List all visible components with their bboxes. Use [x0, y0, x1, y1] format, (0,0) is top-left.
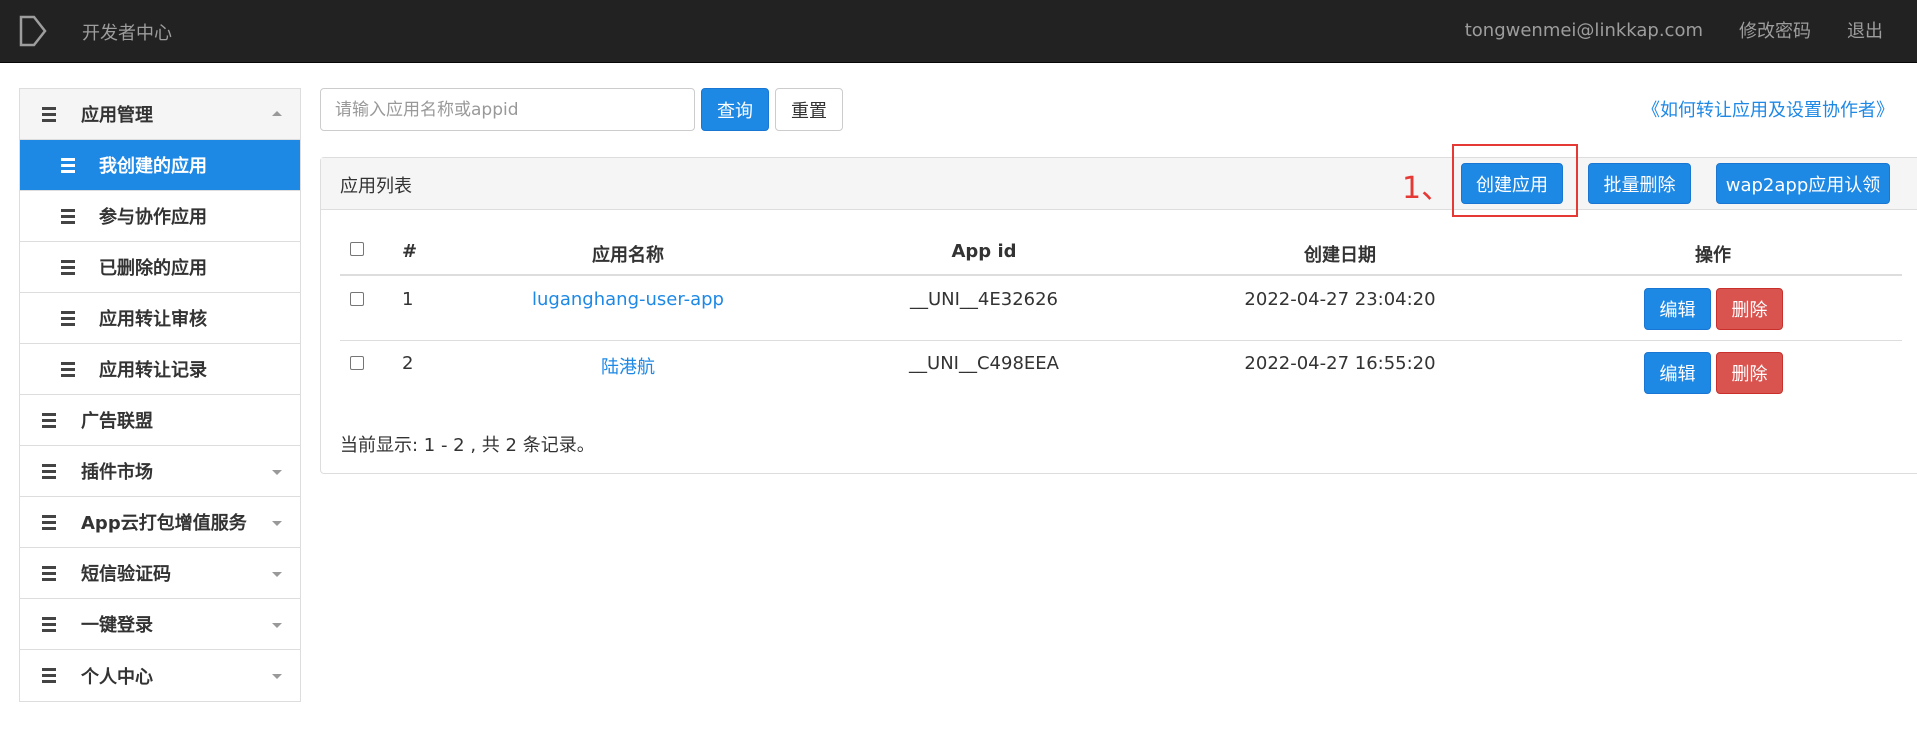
change-password-link[interactable]: 修改密码 — [1721, 17, 1829, 43]
sidebar-group-ad-alliance[interactable]: 广告联盟 — [20, 395, 300, 446]
menu-icon — [42, 668, 56, 686]
sidebar-group-personal-center[interactable]: 个人中心 — [20, 650, 300, 701]
user-email-link[interactable]: tongwenmei@linkkap.com — [1447, 20, 1721, 41]
app-name-link[interactable]: luganghang-user-app — [532, 289, 724, 310]
menu-icon — [61, 311, 75, 329]
column-header-index: # — [402, 241, 418, 262]
chevron-down-icon — [272, 623, 282, 628]
chevron-down-icon — [272, 521, 282, 526]
menu-icon — [61, 362, 75, 380]
sidebar-group-plugin-market[interactable]: 插件市场 — [20, 446, 300, 497]
sidebar-item-label: 参与协作应用 — [99, 207, 207, 228]
wap2app-claim-button[interactable]: wap2app应用认领 — [1716, 163, 1890, 204]
sidebar-item-transfer-review[interactable]: 应用转让审核 — [20, 293, 300, 344]
query-button[interactable]: 查询 — [701, 88, 769, 131]
sidebar-item-my-apps[interactable]: 我创建的应用 — [20, 140, 300, 191]
user-nav: tongwenmei@linkkap.com 修改密码 退出 — [1447, 0, 1917, 60]
row-checkbox[interactable] — [350, 292, 364, 306]
delete-button[interactable]: 删除 — [1716, 352, 1783, 394]
sidebar-item-label: 应用转让审核 — [99, 309, 207, 330]
row-index: 2 — [402, 353, 414, 374]
row-divider — [340, 340, 1902, 341]
logout-link[interactable]: 退出 — [1829, 17, 1917, 43]
row-index: 1 — [402, 289, 414, 310]
batch-delete-button[interactable]: 批量删除 — [1588, 163, 1691, 204]
menu-icon — [42, 107, 56, 125]
column-header-actions: 操作 — [1695, 245, 1731, 266]
menu-icon — [42, 566, 56, 584]
edit-button[interactable]: 编辑 — [1644, 288, 1711, 330]
sidebar-group-one-click-login[interactable]: 一键登录 — [20, 599, 300, 650]
step-marker: 1、 — [1402, 171, 1452, 206]
column-header-created: 创建日期 — [1304, 245, 1376, 266]
menu-icon — [42, 464, 56, 482]
sidebar-group-label: App云打包增值服务 — [81, 513, 247, 534]
sidebar-group-label: 一键登录 — [81, 615, 153, 636]
column-header-appid: App id — [951, 241, 1017, 262]
create-app-button[interactable]: 创建应用 — [1461, 163, 1563, 204]
sidebar-group-label: 应用管理 — [81, 105, 153, 126]
header-divider — [340, 274, 1902, 276]
search-input[interactable] — [320, 88, 695, 131]
transfer-help-link[interactable]: 《如何转让应用及设置协作者》 — [1642, 96, 1894, 122]
sidebar-group-sms-verify[interactable]: 短信验证码 — [20, 548, 300, 599]
sidebar-item-transfer-records[interactable]: 应用转让记录 — [20, 344, 300, 395]
column-header-name: 应用名称 — [592, 245, 664, 266]
sidebar: 应用管理 我创建的应用 参与协作应用 已删除的应用 应用转让审核 应用转让记录 … — [19, 88, 301, 702]
created-date: 2022-04-27 23:04:20 — [1244, 289, 1436, 310]
app-name-link[interactable]: 陆港航 — [601, 353, 655, 379]
menu-icon — [61, 260, 75, 278]
sidebar-group-label: 个人中心 — [81, 666, 153, 688]
select-all-checkbox[interactable] — [350, 242, 364, 256]
chevron-up-icon — [272, 111, 282, 116]
sidebar-item-label: 应用转让记录 — [99, 360, 207, 381]
sidebar-group-app-management[interactable]: 应用管理 — [20, 89, 300, 140]
created-date: 2022-04-27 16:55:20 — [1244, 353, 1436, 374]
reset-button[interactable]: 重置 — [775, 88, 843, 131]
menu-icon — [61, 209, 75, 227]
sidebar-group-label: 广告联盟 — [81, 411, 153, 432]
records-summary: 当前显示: 1 - 2 , 共 2 条记录。 — [340, 435, 595, 456]
edit-button[interactable]: 编辑 — [1644, 352, 1711, 394]
chevron-down-icon — [272, 470, 282, 475]
brand-title[interactable]: 开发者中心 — [82, 19, 172, 45]
sidebar-group-label: 短信验证码 — [81, 564, 171, 585]
app-id: __UNI__4E32626 — [909, 289, 1059, 310]
app-id: __UNI__C498EEA — [909, 353, 1059, 374]
menu-icon — [42, 617, 56, 635]
menu-icon — [61, 158, 75, 176]
sidebar-item-collab-apps[interactable]: 参与协作应用 — [20, 191, 300, 242]
sidebar-group-app-cloud-pack[interactable]: App云打包增值服务 — [20, 497, 300, 548]
sidebar-group-label: 插件市场 — [81, 462, 153, 483]
panel-title: 应用列表 — [340, 176, 412, 197]
top-navbar: 开发者中心 tongwenmei@linkkap.com 修改密码 退出 — [0, 0, 1917, 63]
delete-button[interactable]: 删除 — [1716, 288, 1783, 330]
row-checkbox[interactable] — [350, 356, 364, 370]
logo-icon[interactable] — [18, 15, 48, 47]
chevron-down-icon — [272, 674, 282, 679]
chevron-down-icon — [272, 572, 282, 577]
sidebar-item-label: 我创建的应用 — [99, 156, 207, 177]
sidebar-item-label: 已删除的应用 — [99, 258, 207, 279]
menu-icon — [42, 515, 56, 533]
menu-icon — [42, 413, 56, 431]
sidebar-item-deleted-apps[interactable]: 已删除的应用 — [20, 242, 300, 293]
